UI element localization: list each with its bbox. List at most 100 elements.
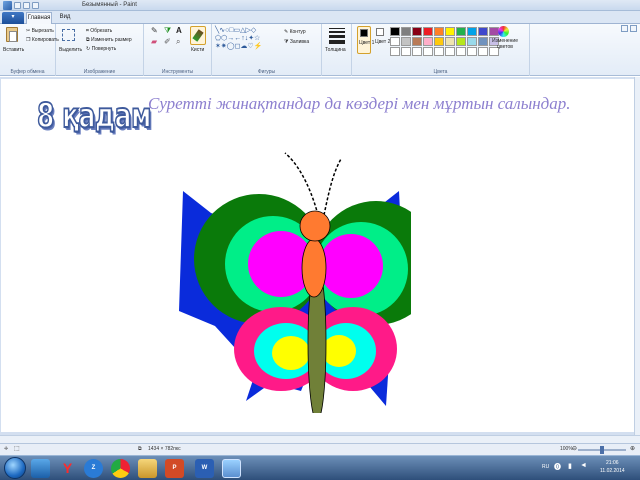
rotate-label: Повернуть — [91, 46, 117, 52]
size-button-label[interactable]: Толщина — [325, 47, 346, 53]
line-size-icon[interactable] — [329, 28, 345, 44]
eraser-icon[interactable]: ▰ — [151, 38, 157, 46]
clock-date[interactable]: 11.02.2014 — [600, 468, 625, 474]
cursor-position-icon: ✛ — [4, 446, 9, 452]
shapes-group: ╲∿○□▭△▷◇ ⬠⬡→←↑↓✦☆ ✶✷◯◻☁♡⚡ ✎ Контур ⧩ Залив… — [212, 24, 322, 76]
horizontal-scrollbar[interactable] — [0, 435, 640, 443]
edit-colors-button[interactable]: Изменение цветов — [492, 26, 518, 50]
explorer-window-icon[interactable] — [31, 459, 50, 478]
folder-icon[interactable] — [138, 459, 157, 478]
palette-swatch[interactable] — [423, 27, 433, 36]
butterfly-thorax — [301, 238, 327, 298]
zoom-in-icon[interactable]: ⊕ — [630, 445, 635, 452]
lower-right-ring-yellow — [322, 335, 356, 367]
palette-swatch[interactable] — [401, 27, 411, 36]
palette-swatch[interactable] — [445, 37, 455, 46]
status-bar: ✛ ⬚ ⧉ 1434 × 782пкс 100% ⊖ ⊕ — [0, 443, 640, 455]
magnifier-icon[interactable]: ⌕ — [176, 38, 180, 46]
right-antenna — [323, 158, 342, 216]
zoom-slider-thumb[interactable] — [600, 446, 604, 454]
help-tray-icon[interactable]: ⓿ — [554, 462, 561, 472]
colors-group: Цвет 1 Цвет 2 Изменение цветов Цвета — [352, 24, 530, 76]
palette-swatch[interactable] — [478, 47, 488, 56]
ribbon-controls — [621, 25, 637, 32]
drawing-canvas[interactable]: 8 қадам Суретті жинақтандар да көздері м… — [1, 79, 634, 432]
palette-swatch[interactable] — [434, 47, 444, 56]
chrome-icon[interactable] — [111, 459, 130, 478]
powerpoint-icon[interactable]: P — [165, 459, 184, 478]
palette-swatch[interactable] — [390, 37, 400, 46]
resize-button[interactable]: ⧉ Изменить размер — [86, 37, 132, 43]
palette-swatch[interactable] — [434, 37, 444, 46]
palette-swatch[interactable] — [412, 47, 422, 56]
palette-swatch[interactable] — [412, 27, 422, 36]
select-button-label[interactable]: Выделить — [59, 47, 82, 53]
palette-swatch[interactable] — [467, 27, 477, 36]
zona-icon[interactable]: Z — [84, 459, 103, 478]
copy-label: Копировать — [31, 37, 59, 43]
redo-icon[interactable] — [32, 2, 39, 9]
paste-button-label[interactable]: Вставить — [3, 47, 24, 53]
palette-swatch[interactable] — [423, 47, 433, 56]
palette-swatch[interactable] — [423, 37, 433, 46]
color2-button[interactable]: Цвет 2 — [374, 26, 390, 54]
file-menu-button[interactable]: ▾ — [2, 12, 24, 24]
shapes-gallery[interactable]: ╲∿○□▭△▷◇ ⬠⬡→←↑↓✦☆ ✶✷◯◻☁♡⚡ — [215, 27, 281, 51]
powerpoint-p-glyph: P — [172, 465, 177, 471]
rotate-button[interactable]: ↻ Повернуть — [86, 46, 116, 52]
palette-swatch[interactable] — [412, 37, 422, 46]
title-bar: Безымянный - Paint — [0, 0, 640, 11]
color1-button[interactable]: Цвет 1 — [357, 26, 374, 54]
palette-swatch[interactable] — [478, 27, 488, 36]
instruction-caption: Суретті жинақтандар да көздері мен мұрты… — [148, 94, 571, 113]
palette-swatch[interactable] — [456, 37, 466, 46]
minimize-ribbon-icon[interactable] — [621, 25, 628, 32]
fill-icon[interactable]: ⧩ — [164, 27, 171, 35]
fill-button[interactable]: ⧩ Заливка — [284, 39, 309, 45]
clock-time[interactable]: 21:06 — [606, 460, 619, 466]
tab-home[interactable]: Главная — [26, 12, 52, 24]
brush-icon[interactable] — [190, 26, 206, 45]
palette-swatch[interactable] — [456, 27, 466, 36]
palette-swatch[interactable] — [467, 37, 477, 46]
paint-taskbar-icon[interactable] — [222, 459, 241, 478]
word-icon[interactable]: W — [195, 459, 214, 478]
start-button[interactable] — [4, 457, 26, 479]
palette-swatch[interactable] — [390, 47, 400, 56]
palette-swatch[interactable] — [401, 47, 411, 56]
palette-swatch[interactable] — [434, 27, 444, 36]
palette-swatch[interactable] — [467, 47, 477, 56]
text-tool-icon[interactable]: A — [176, 27, 182, 35]
network-icon[interactable]: ▮ — [568, 462, 572, 470]
palette-swatch[interactable] — [478, 37, 488, 46]
pencil-icon[interactable]: ✎ — [151, 27, 158, 35]
outline-button[interactable]: ✎ Контур — [284, 29, 306, 35]
upper-right-ring-magenta — [319, 234, 383, 298]
select-icon[interactable] — [62, 29, 75, 41]
palette-swatch[interactable] — [445, 47, 455, 56]
undo-icon[interactable] — [23, 2, 30, 9]
brushes-button-label[interactable]: Кисти — [191, 47, 204, 53]
palette-swatch[interactable] — [401, 37, 411, 46]
palette-swatch[interactable] — [390, 27, 400, 36]
edit-colors-icon — [498, 26, 509, 37]
help-icon[interactable] — [630, 25, 637, 32]
volume-icon[interactable]: ◄ — [580, 462, 587, 469]
crop-button[interactable]: ⌗ Обрезать — [86, 28, 112, 34]
save-icon[interactable] — [14, 2, 21, 9]
color-picker-icon[interactable]: ✐ — [164, 38, 171, 46]
language-indicator[interactable]: RU — [542, 464, 549, 470]
zona-z-glyph: Z — [91, 465, 96, 471]
tab-view[interactable]: Вид — [54, 12, 76, 24]
palette-swatch[interactable] — [445, 27, 455, 36]
yandex-browser-icon[interactable]: Y — [58, 459, 77, 478]
paint-app-icon[interactable] — [3, 1, 12, 10]
palette-swatch[interactable] — [456, 47, 466, 56]
paste-icon[interactable] — [6, 27, 18, 42]
cut-button[interactable]: ✂ Вырезать — [26, 28, 54, 34]
copy-button[interactable]: ❐ Копировать — [26, 37, 59, 43]
vertical-scrollbar[interactable] — [634, 77, 640, 435]
zoom-out-icon[interactable]: ⊖ — [572, 445, 577, 452]
zoom-slider[interactable] — [578, 446, 626, 454]
yandex-y-glyph: Y — [62, 460, 73, 476]
